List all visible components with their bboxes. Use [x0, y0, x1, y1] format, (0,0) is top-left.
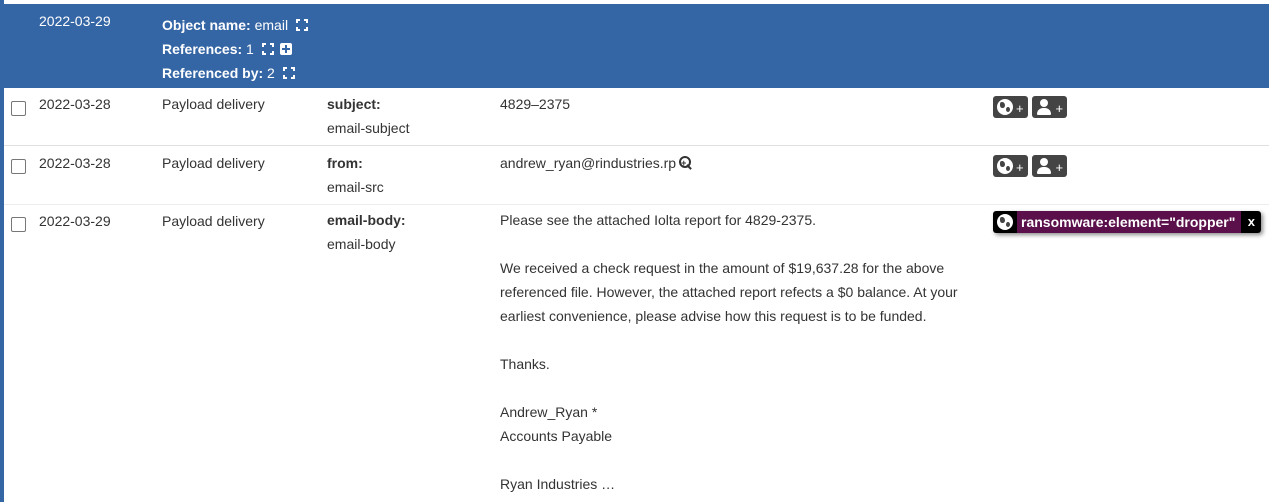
attribute-category: Payload delivery: [162, 155, 265, 171]
attribute-value: andrew_ryan@rindustries.rp +: [500, 151, 980, 175]
row-select-checkbox[interactable]: [11, 217, 26, 232]
tag-globe-icon: [993, 211, 1017, 233]
add-local-tag-button[interactable]: +: [1032, 96, 1068, 118]
add-reference-icon[interactable]: [279, 43, 292, 55]
add-local-tag-button[interactable]: +: [1032, 155, 1068, 177]
body-line: earliest convenience, please advise how …: [500, 308, 927, 324]
attribute-category: Payload delivery: [162, 96, 265, 112]
expand-references-icon[interactable]: [261, 43, 274, 55]
add-galaxy-tag-button[interactable]: +: [993, 155, 1028, 177]
search-plus-icon[interactable]: +: [679, 156, 693, 170]
attribute-relation: from: email-src: [327, 151, 384, 199]
add-galaxy-tag-button[interactable]: +: [993, 96, 1028, 118]
galaxy-tag[interactable]: ransomware:element="dropper" x: [993, 211, 1262, 233]
object-name-label: Object name:: [162, 17, 251, 33]
body-line: [500, 328, 980, 352]
row-select-checkbox[interactable]: [11, 101, 26, 116]
relation-name: subject:: [327, 96, 381, 112]
relation-name: from:: [327, 155, 363, 171]
attribute-type: email-src: [327, 179, 384, 195]
row-select-checkbox[interactable]: [11, 159, 26, 174]
referenced-by-line: Referenced by: 2: [162, 61, 308, 85]
body-line: Thanks.: [500, 356, 550, 372]
body-line: Accounts Payable: [500, 428, 613, 444]
table-row: 2022-03-28 Payload delivery from: email-…: [4, 147, 1269, 205]
attribute-relation: subject: email-subject: [327, 92, 409, 140]
table-row: 2022-03-29 Payload delivery email-body: …: [4, 205, 1269, 502]
attribute-value-text[interactable]: andrew_ryan@rindustries.rp: [500, 155, 676, 171]
body-line: [500, 376, 980, 400]
attribute-type: email-subject: [327, 120, 410, 136]
references-label: References:: [162, 41, 243, 57]
body-line: referenced file. However, the attached r…: [500, 284, 958, 300]
attribute-date: 2022-03-29: [39, 213, 111, 229]
relation-name: email-body:: [327, 212, 406, 228]
references-count: 1: [246, 41, 254, 57]
tag-buttons: + +: [993, 96, 1068, 118]
body-line: Please see the attached Iolta report for…: [500, 212, 816, 228]
globe-icon: [997, 214, 1013, 230]
remove-tag-button[interactable]: x: [1241, 211, 1262, 233]
referenced-by-count: 2: [267, 65, 275, 81]
attribute-date: 2022-03-28: [39, 96, 111, 112]
body-line: [500, 448, 980, 472]
body-line: [500, 232, 980, 256]
object-name-line: Object name: email: [162, 13, 308, 37]
body-line: We received a check request in the amoun…: [500, 260, 945, 276]
user-icon: [1036, 158, 1052, 174]
attribute-category: Payload delivery: [162, 213, 265, 229]
object-meta: Object name: email References: 1 Referen…: [162, 13, 308, 85]
attribute-date: 2022-03-28: [39, 155, 111, 171]
globe-icon: [997, 158, 1013, 174]
references-line: References: 1: [162, 37, 308, 61]
attribute-relation: email-body: email-body: [327, 208, 406, 256]
expand-referenced-by-icon[interactable]: [282, 67, 295, 79]
object-header-row: 2022-03-29 Object name: email References…: [4, 4, 1269, 88]
attribute-type: email-body: [327, 236, 396, 252]
globe-icon: [997, 99, 1013, 115]
user-icon: [1036, 99, 1052, 115]
email-body-value: Please see the attached Iolta report for…: [500, 208, 980, 496]
object-date: 2022-03-29: [39, 13, 111, 29]
tag-label[interactable]: ransomware:element="dropper": [1017, 211, 1242, 233]
body-line-truncated[interactable]: Ryan Industries …: [500, 472, 980, 496]
tag-buttons: + +: [993, 155, 1068, 177]
referenced-by-label: Referenced by:: [162, 65, 264, 81]
attribute-value: 4829–2375: [500, 96, 571, 112]
expand-icon[interactable]: [295, 19, 308, 31]
object-name-value: email: [254, 17, 289, 33]
body-line: Andrew_Ryan *: [500, 404, 598, 420]
table-row: 2022-03-28 Payload delivery subject: ema…: [4, 88, 1269, 146]
